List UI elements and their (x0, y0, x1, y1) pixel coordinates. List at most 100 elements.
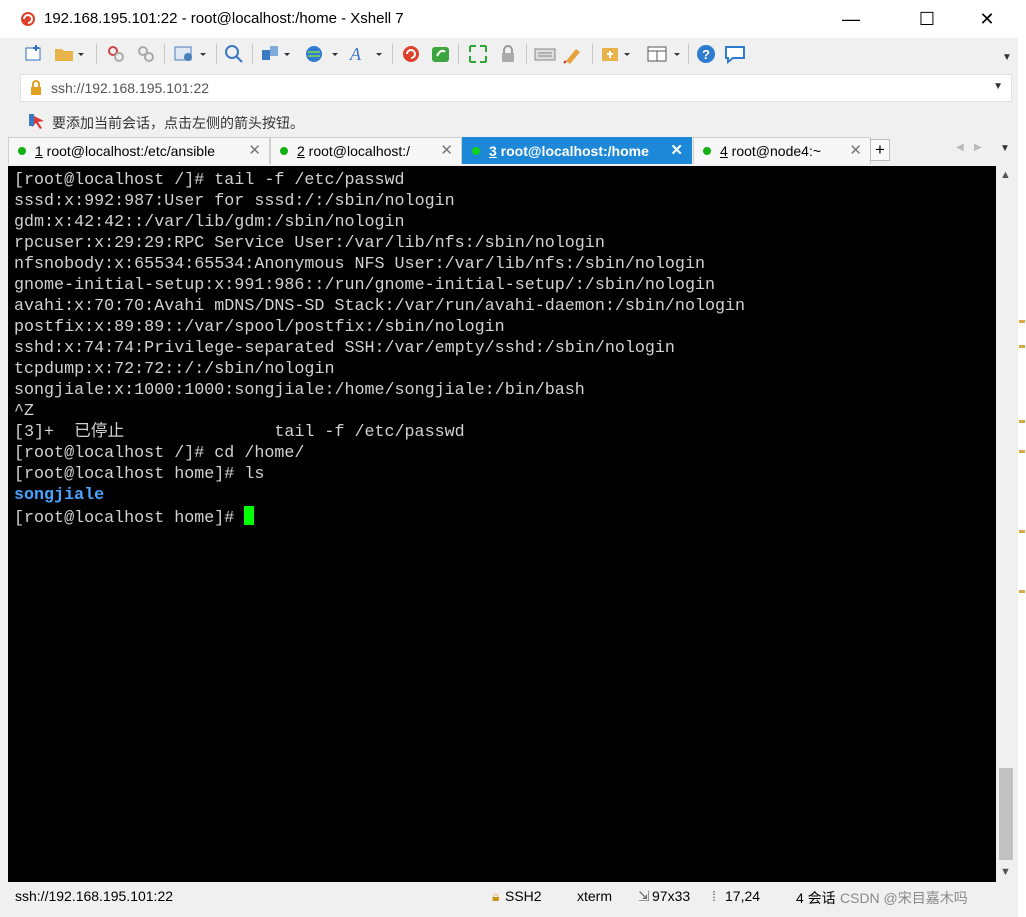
hint-text: 要添加当前会话，点击左侧的箭头按钮。 (52, 115, 304, 131)
tab-label: root@localhost:/ (304, 143, 411, 159)
background-window-edge (1018, 0, 1026, 917)
session-tabs: 1 root@localhost:/etc/ansible ✕ 2 root@l… (8, 137, 1018, 164)
terminal-cursor (244, 506, 255, 525)
new-session-icon[interactable] (24, 43, 44, 65)
terminal-area[interactable]: [root@localhost /]# tail -f /etc/passwd s… (8, 166, 996, 882)
scrollbar-thumb[interactable] (999, 768, 1013, 860)
terminal-output: [root@localhost /]# tail -f /etc/passwd s… (14, 170, 745, 529)
xftp-icon[interactable] (430, 43, 452, 65)
tab-number: 2 (297, 143, 305, 159)
address-dropdown-icon[interactable]: ▼ (993, 81, 1003, 92)
close-tab-icon[interactable]: ✕ (670, 141, 683, 159)
terminal-line: sssd:x:992:987:User for sssd:/:/sbin/nol… (14, 192, 455, 211)
background-text-fragment (1019, 320, 1025, 323)
transfer-icon[interactable] (260, 43, 294, 65)
background-text-fragment (1019, 420, 1025, 423)
add-session-arrow-icon[interactable] (28, 112, 48, 130)
properties-icon[interactable] (174, 43, 208, 65)
tab-scroll-right-icon[interactable]: ▶ (974, 142, 982, 153)
svg-text:?: ? (702, 47, 710, 62)
tab-number: 4 (720, 143, 728, 159)
maximize-button[interactable]: ☐ (904, 0, 950, 38)
session-status-dot (280, 147, 288, 155)
lock-icon (31, 80, 41, 95)
terminal-scrollbar[interactable]: ▲ ▼ (996, 166, 1016, 882)
terminal-line: postfix:x:89:89::/var/spool/postfix:/sbi… (14, 318, 505, 337)
background-text-fragment (1019, 450, 1025, 453)
session-status-dot (472, 147, 480, 155)
add-script-icon[interactable] (600, 43, 634, 65)
scroll-up-icon[interactable]: ▲ (1000, 169, 1011, 181)
background-text-fragment (1019, 530, 1025, 533)
toolbar-overflow-icon[interactable]: ▼ (1002, 52, 1012, 63)
keyboard-icon[interactable] (534, 43, 556, 65)
help-icon[interactable]: ? (696, 43, 716, 65)
terminal-line: songjiale:x:1000:1000:songjiale:/home/so… (14, 381, 585, 400)
terminal-line: rpcuser:x:29:29:RPC Service User:/var/li… (14, 234, 605, 253)
terminal-line: sshd:x:74:74:Privilege-separated SSH:/va… (14, 339, 675, 358)
directory-entry: songjiale (14, 486, 105, 505)
toolbar-separator (216, 44, 217, 64)
terminal-line: nfsnobody:x:65534:65534:Anonymous NFS Us… (14, 255, 705, 274)
xshell-icon[interactable] (400, 43, 422, 65)
status-address: ssh://192.168.195.101:22 (15, 888, 174, 904)
close-button[interactable]: ✕ (964, 0, 1010, 38)
status-terminal-type: xterm (577, 888, 612, 904)
toolbar-separator (392, 44, 393, 64)
terminal-line: [3]+ 已停止 tail -f /etc/passwd (14, 423, 465, 442)
new-tab-button[interactable]: + (870, 139, 890, 161)
terminal-line: avahi:x:70:70:Avahi mDNS/DNS-SD Stack:/v… (14, 297, 746, 316)
session-status-dot (703, 147, 711, 155)
fullscreen-icon[interactable] (468, 43, 488, 65)
minimize-button[interactable]: — (828, 0, 874, 38)
address-bar[interactable]: ssh://192.168.195.101:22 ▼ (20, 74, 1012, 102)
disconnect-icon[interactable] (106, 43, 126, 65)
reconnect-icon[interactable] (136, 43, 156, 65)
tab-session-2[interactable]: 2 root@localhost:/ ✕ (270, 137, 462, 164)
open-folder-icon[interactable] (54, 43, 84, 65)
status-bar: ssh://192.168.195.101:22 🔒︎ SSH2 xterm ⇲… (8, 884, 1018, 908)
window-title: 192.168.195.101:22 - root@localhost:/hom… (44, 10, 404, 27)
tab-list-dropdown-icon[interactable]: ▼ (1000, 143, 1010, 154)
tab-label: root@localhost:/etc/ansible (42, 143, 215, 159)
tab-scroll-left-icon[interactable]: ◀ (956, 142, 964, 153)
shell-prompt: [root@localhost home]# (14, 509, 245, 528)
tab-session-4[interactable]: 4 root@node4:~ ✕ (693, 137, 871, 164)
tab-label: root@localhost:/home (496, 143, 649, 159)
close-tab-icon[interactable]: ✕ (440, 141, 453, 159)
terminal-line: [root@localhost /]# tail -f /etc/passwd (14, 171, 405, 190)
terminal-line: [root@localhost /]# cd /home/ (14, 444, 305, 463)
close-tab-icon[interactable]: ✕ (849, 141, 862, 159)
cursor-pos-icon: ⁞ (712, 888, 716, 904)
layout-icon[interactable] (646, 43, 682, 65)
toolbar-separator (688, 44, 689, 64)
lock-icon[interactable] (498, 43, 518, 65)
terminal-line: gnome-initial-setup:x:991:986::/run/gnom… (14, 276, 715, 295)
session-status-dot (18, 147, 26, 155)
find-icon[interactable] (224, 43, 244, 65)
size-icon: ⇲ (638, 888, 650, 904)
close-tab-icon[interactable]: ✕ (248, 141, 261, 159)
globe-icon[interactable] (304, 43, 340, 65)
prompt-line: [root@localhost home]# (14, 506, 745, 529)
toolbar-separator (164, 44, 165, 64)
chat-icon[interactable] (724, 43, 746, 65)
svg-text:A: A (349, 44, 362, 64)
background-text-fragment (1019, 345, 1025, 348)
toolbar-separator (458, 44, 459, 64)
scroll-down-icon[interactable]: ▼ (1000, 866, 1011, 878)
tab-session-1[interactable]: 1 root@localhost:/etc/ansible ✕ (8, 137, 270, 164)
background-text-fragment (1019, 590, 1025, 593)
font-icon[interactable]: A (348, 43, 384, 65)
session-hint-bar: 要添加当前会话，点击左侧的箭头按钮。 (0, 108, 1018, 134)
toolbar-separator (252, 44, 253, 64)
tab-session-3[interactable]: 3 root@localhost:/home ✕ (462, 137, 692, 164)
tab-label: root@node4:~ (727, 143, 822, 159)
terminal-line: tcpdump:x:72:72::/:/sbin/nologin (14, 360, 335, 379)
terminal-line: ^Z (14, 402, 35, 421)
xshell-logo-icon (21, 12, 35, 26)
address-input[interactable]: ssh://192.168.195.101:22 (51, 80, 209, 96)
highlight-icon[interactable] (562, 43, 584, 65)
terminal-line: [root@localhost home]# ls (14, 465, 265, 484)
lock-icon: 🔒︎ (492, 888, 500, 904)
